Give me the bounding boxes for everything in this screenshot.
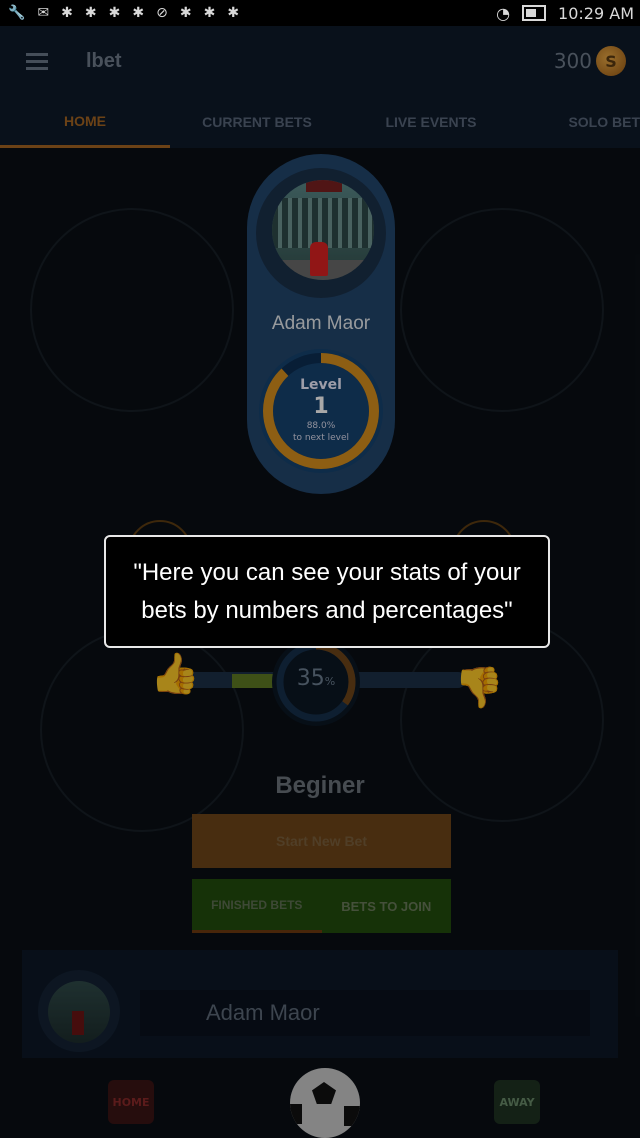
finished-bets-tab[interactable]: FINISHED BETS	[192, 879, 322, 933]
coin-icon: S	[596, 46, 626, 76]
thumbs-up-icon: 👍	[150, 651, 200, 697]
snowflake-icon: ✱	[203, 5, 216, 21]
tutorial-tooltip[interactable]: "Here you can see your stats of your bet…	[104, 535, 550, 648]
wrench-icon: 🔧	[8, 5, 26, 21]
snowflake-icon: ✱	[61, 5, 73, 21]
battery-icon	[522, 5, 547, 21]
next-level-label: to next level	[292, 433, 350, 443]
win-bar-fill	[232, 674, 274, 688]
level-progress-text: 88.0%	[306, 421, 336, 431]
snowflake-icon: ✱	[132, 5, 145, 21]
rank-title: Beginer	[275, 772, 365, 799]
hamburger-menu-icon[interactable]	[26, 49, 48, 74]
thumbs-down-icon: 👎	[454, 665, 504, 711]
tab-solo-bet[interactable]: SOLO BET	[518, 96, 640, 148]
wifi-icon: ◔	[496, 3, 511, 23]
notification-icons: 🔧 ✉ ✱ ✱ ✱ ✱ ⊘ ✱ ✱ ✱	[0, 5, 239, 21]
level-number: 1	[313, 394, 329, 419]
user-avatar[interactable]	[48, 981, 110, 1043]
avatar[interactable]	[272, 180, 374, 280]
level-label: Level	[300, 377, 342, 393]
coin-count: 300	[553, 49, 592, 73]
away-team-badge[interactable]: AWAY	[494, 1080, 540, 1124]
profile-name: Adam Maor	[271, 313, 371, 334]
snowflake-icon: ✱	[84, 5, 97, 21]
tab-bar: HOME CURRENT BETS LIVE EVENTS SOLO BET	[0, 96, 640, 148]
coin-balance[interactable]: 300 S	[554, 46, 626, 76]
status-time: 10:29 AM	[558, 3, 634, 23]
tab-live-events[interactable]: LIVE EVENTS	[344, 96, 518, 148]
tab-home[interactable]: HOME	[0, 96, 170, 148]
tab-current-bets[interactable]: CURRENT BETS	[170, 96, 344, 148]
snowflake-icon: ✱	[108, 5, 121, 21]
bets-to-join-tab[interactable]: BETS TO JOIN	[322, 879, 452, 933]
win-percent: 35%	[296, 666, 336, 691]
snowflake-icon: ✱	[227, 5, 240, 21]
snowflake-icon: ✱	[179, 5, 192, 21]
background-pattern	[30, 208, 234, 412]
start-new-bet-button[interactable]: Start New Bet	[192, 814, 451, 868]
mail-icon: ✉	[37, 5, 50, 21]
status-bar: 🔧 ✉ ✱ ✱ ✱ ✱ ⊘ ✱ ✱ ✱ ◔ 10:29 AM	[0, 0, 640, 26]
clock-icon: ⊘	[156, 5, 168, 21]
app-bar: lbet 300 S	[0, 26, 640, 96]
soccer-ball-icon[interactable]	[290, 1068, 360, 1138]
app-title: lbet	[86, 49, 122, 72]
home-team-badge[interactable]: HOME	[108, 1080, 154, 1124]
background-pattern	[40, 628, 244, 832]
bets-toggle: FINISHED BETS BETS TO JOIN	[192, 879, 451, 933]
user-name: Adam Maor	[140, 990, 590, 1036]
background-pattern	[400, 208, 604, 412]
